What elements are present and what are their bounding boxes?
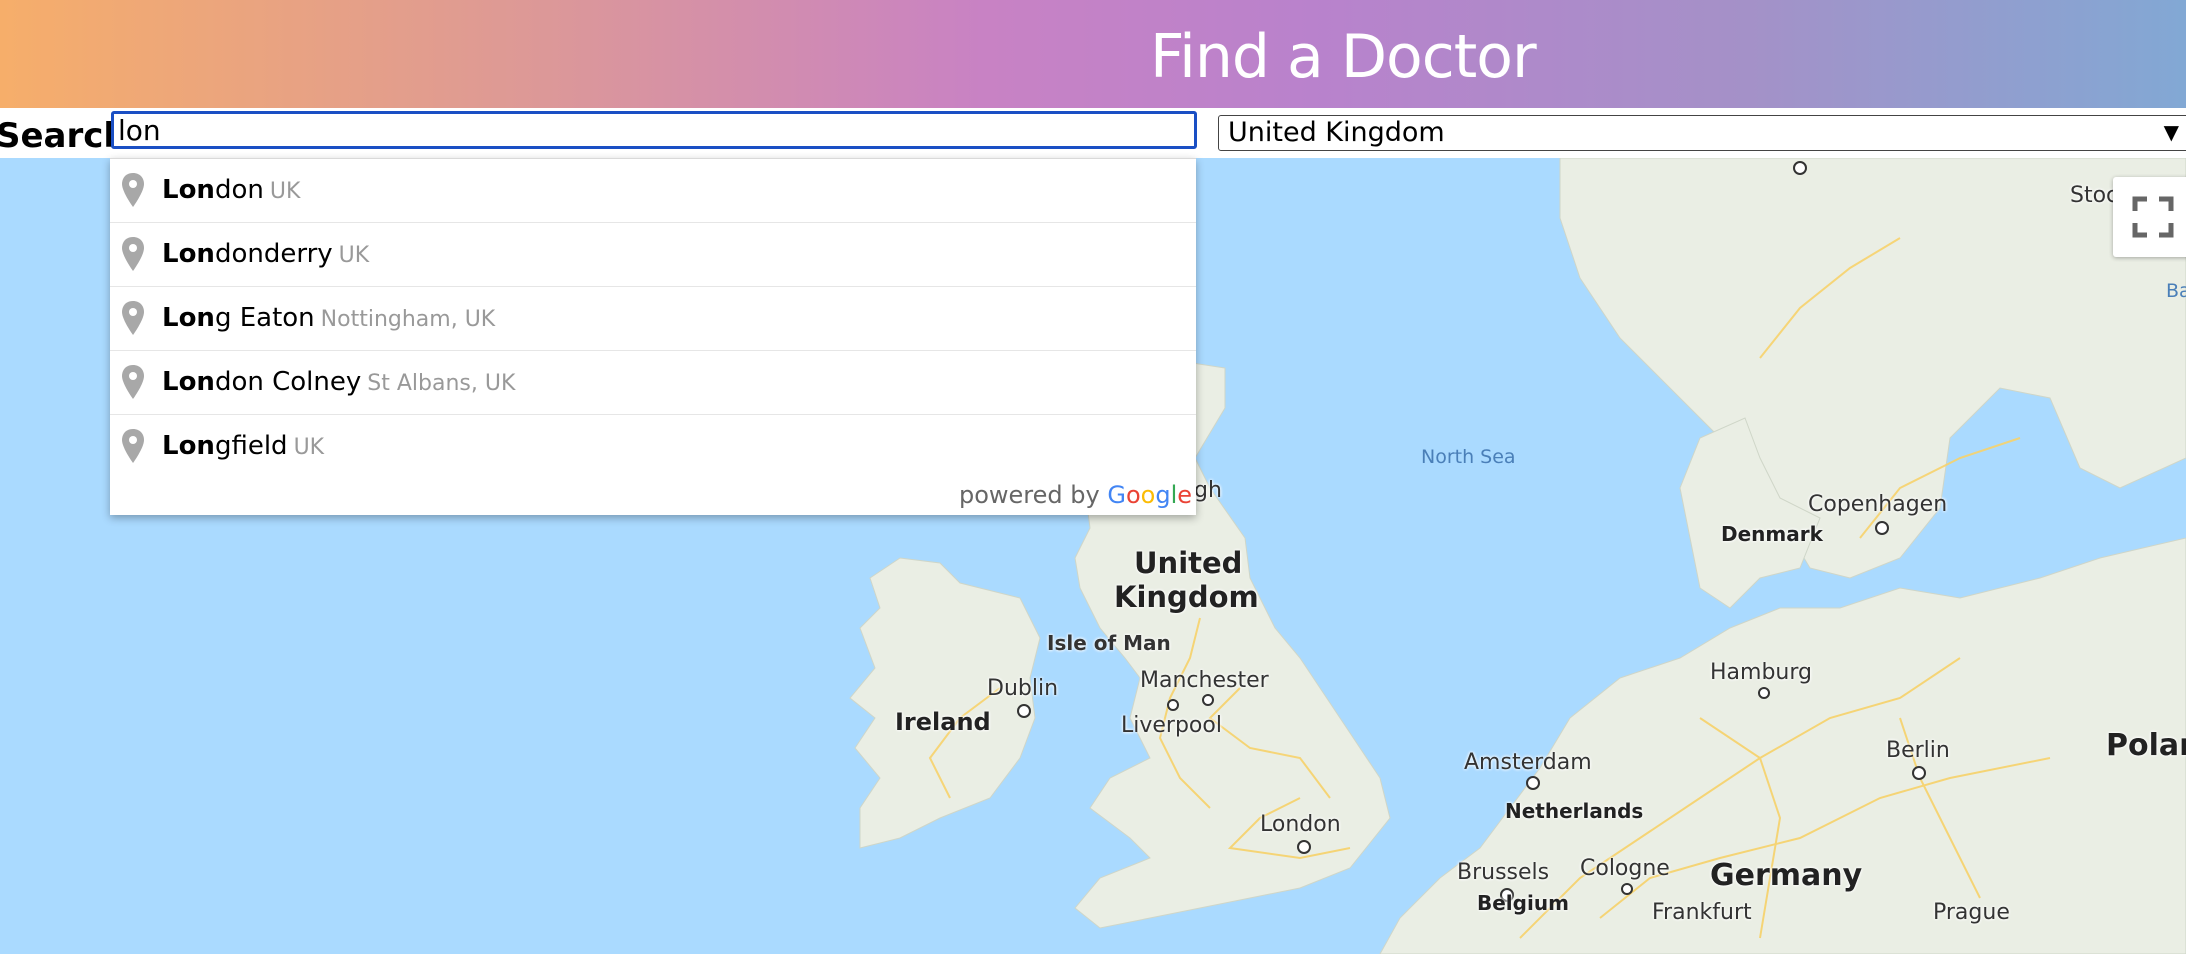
suggestion-match: Lon [162, 239, 215, 269]
ireland-land [849, 557, 1041, 849]
map-pin-icon [122, 365, 144, 399]
suggestion-secondary: UK [338, 243, 370, 268]
suggestion-rest: g Eaton [214, 303, 315, 333]
suggestion-item[interactable]: Longfield UK [110, 415, 1196, 478]
label-stockholm-partial: Stoc [2070, 183, 2119, 208]
fullscreen-button[interactable] [2113, 177, 2186, 257]
label-kingdom: Kingdom [1114, 580, 1259, 614]
suggestion-item[interactable]: Long Eaton Nottingham, UK [110, 287, 1196, 351]
label-north-sea: North Sea [1421, 446, 1516, 468]
label-belgium: Belgium [1477, 891, 1569, 915]
suggestion-secondary: UK [269, 179, 301, 204]
suggestion-text: London Colney St Albans, UK [162, 367, 515, 397]
label-manchester: Manchester [1140, 668, 1269, 693]
suggestion-secondary: UK [293, 435, 325, 460]
label-germany: Germany [1710, 858, 1863, 893]
suggestion-text: Longfield UK [162, 431, 324, 461]
label-baltic-partial: Ba [2166, 280, 2186, 302]
label-ireland: Ireland [895, 708, 991, 736]
suggestion-match: Lon [162, 175, 215, 205]
label-berlin: Berlin [1886, 738, 1950, 763]
header-bar: Find a Doctor [0, 0, 2186, 108]
label-prague: Prague [1933, 900, 2010, 925]
search-row: Search United Kingdom ▼ [0, 108, 2186, 158]
label-hamburg: Hamburg [1710, 660, 1812, 685]
map-pin-icon [122, 429, 144, 463]
label-copenhagen: Copenhagen [1808, 492, 1948, 517]
label-liverpool: Liverpool [1121, 713, 1222, 738]
suggestion-text: London UK [162, 175, 300, 205]
suggestion-rest: don Colney [214, 367, 362, 397]
suggestion-rest: donderry [214, 239, 333, 269]
search-input[interactable] [111, 111, 1197, 149]
label-dublin: Dublin [987, 676, 1059, 701]
autocomplete-dropdown: London UK Londonderry UK Long Eaton Notting… [110, 158, 1196, 515]
label-netherlands: Netherlands [1505, 799, 1644, 823]
suggestion-rest: gfield [214, 431, 288, 461]
label-poland-partial: Polan [2106, 728, 2186, 763]
powered-by-text: powered by [958, 481, 1100, 509]
suggestion-item[interactable]: London UK [110, 159, 1196, 223]
label-amsterdam: Amsterdam [1464, 750, 1592, 775]
map-pin-icon [122, 301, 144, 335]
label-isle-of-man: Isle of Man [1047, 631, 1171, 655]
label-denmark: Denmark [1721, 522, 1823, 546]
page-title: Find a Doctor [1150, 22, 1537, 92]
map-pin-icon [122, 237, 144, 271]
map-pin-icon [122, 173, 144, 207]
label-brussels: Brussels [1457, 860, 1550, 885]
suggestion-secondary: St Albans, UK [367, 371, 516, 396]
country-select[interactable]: United Kingdom ▼ [1218, 115, 2186, 151]
suggestion-rest: don [214, 175, 264, 205]
fullscreen-icon [2132, 196, 2174, 238]
chevron-down-icon: ▼ [2163, 120, 2179, 144]
suggestion-match: Lon [162, 303, 215, 333]
label-edinburgh-partial: gh [1194, 478, 1222, 503]
label-frankfurt: Frankfurt [1652, 900, 1752, 925]
country-select-value: United Kingdom [1228, 117, 1445, 148]
suggestion-secondary: Nottingham, UK [320, 307, 496, 332]
search-label: Search [0, 116, 128, 156]
google-logo: Google [1107, 481, 1192, 509]
powered-by-google: powered by Google [959, 481, 1192, 509]
label-cologne: Cologne [1580, 856, 1670, 881]
label-united: United [1134, 546, 1243, 580]
suggestion-match: Lon [162, 367, 215, 397]
suggestion-text: Long Eaton Nottingham, UK [162, 303, 495, 333]
label-london: London [1260, 812, 1341, 837]
suggestion-text: Londonderry UK [162, 239, 369, 269]
suggestion-match: Lon [162, 431, 215, 461]
suggestion-item[interactable]: London Colney St Albans, UK [110, 351, 1196, 415]
suggestion-item[interactable]: Londonderry UK [110, 223, 1196, 287]
